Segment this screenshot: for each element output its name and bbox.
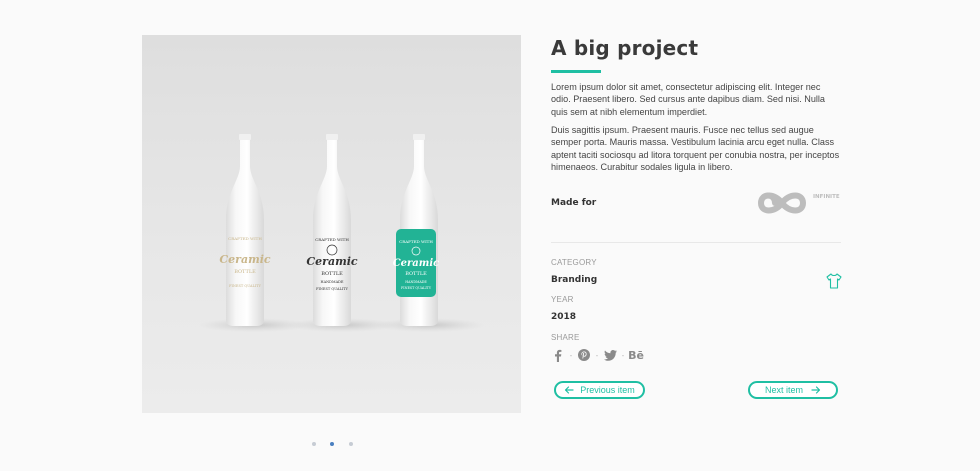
share-separator: - bbox=[569, 350, 573, 360]
svg-text:CRAFTED WITH: CRAFTED WITH bbox=[315, 237, 349, 242]
svg-text:FINEST QUALITY: FINEST QUALITY bbox=[401, 286, 432, 290]
carousel-dot-active[interactable] bbox=[330, 442, 334, 446]
description-paragraph-1: Lorem ipsum dolor sit amet, consectetur … bbox=[551, 82, 825, 117]
arrow-left-icon bbox=[565, 386, 574, 394]
svg-text:CRAFTED WITH: CRAFTED WITH bbox=[399, 239, 433, 244]
svg-text:BOTTLE: BOTTLE bbox=[321, 271, 343, 277]
svg-text:BOTTLE: BOTTLE bbox=[234, 269, 256, 275]
behance-icon[interactable]: Bē bbox=[628, 348, 644, 362]
facebook-icon[interactable] bbox=[551, 348, 565, 362]
svg-text:BOTTLE: BOTTLE bbox=[405, 271, 427, 277]
svg-text:HANDMADE: HANDMADE bbox=[321, 280, 344, 284]
pinterest-icon[interactable] bbox=[577, 348, 591, 362]
year-value: 2018 bbox=[551, 312, 577, 322]
category-value: Branding bbox=[551, 275, 598, 285]
next-item-button[interactable]: Next item bbox=[748, 381, 838, 399]
client-logo: INFINITE bbox=[755, 185, 841, 221]
bottle-right: CRAFTED WITH Ceramic BOTTLE HANDMADE FIN… bbox=[393, 134, 440, 326]
carousel-dot[interactable] bbox=[312, 442, 316, 446]
svg-text:FINEST QUALITY: FINEST QUALITY bbox=[229, 284, 262, 288]
svg-text:FINEST QUALITY: FINEST QUALITY bbox=[316, 287, 349, 291]
share-label: SHARE bbox=[551, 333, 580, 342]
description-paragraph-2: Duis sagittis ipsum. Praesent mauris. Fu… bbox=[551, 125, 840, 173]
bottles-illustration: CRAFTED WITH Ceramic BOTTLE FINEST QUALI… bbox=[199, 134, 484, 332]
bottle-middle: CRAFTED WITH Ceramic BOTTLE HANDMADE FIN… bbox=[306, 134, 358, 326]
svg-text:Ceramic: Ceramic bbox=[393, 258, 440, 269]
svg-text:Ceramic: Ceramic bbox=[219, 253, 270, 266]
project-title: A big project bbox=[551, 36, 699, 60]
project-image: CRAFTED WITH Ceramic BOTTLE FINEST QUALI… bbox=[142, 35, 521, 413]
next-item-label: Next item bbox=[764, 385, 803, 395]
svg-text:CRAFTED WITH: CRAFTED WITH bbox=[228, 236, 262, 241]
divider bbox=[551, 242, 841, 243]
twitter-icon[interactable] bbox=[603, 348, 617, 362]
previous-item-label: Previous item bbox=[580, 385, 635, 395]
share-separator: - bbox=[595, 350, 599, 360]
title-underline bbox=[551, 70, 601, 73]
year-label: YEAR bbox=[551, 295, 574, 304]
category-label: CATEGORY bbox=[551, 258, 597, 267]
arrow-right-icon bbox=[811, 386, 821, 394]
share-icons: - - - Bē bbox=[551, 347, 644, 363]
svg-text:Ceramic: Ceramic bbox=[306, 255, 357, 268]
carousel-dot[interactable] bbox=[349, 442, 353, 446]
tshirt-icon bbox=[825, 272, 843, 290]
svg-text:INFINITE: INFINITE bbox=[813, 194, 840, 200]
made-for-label: Made for bbox=[551, 198, 597, 208]
infinity-logo-icon: INFINITE bbox=[757, 192, 840, 214]
svg-text:HANDMADE: HANDMADE bbox=[405, 280, 427, 284]
bottle-left: CRAFTED WITH Ceramic BOTTLE FINEST QUALI… bbox=[219, 134, 271, 326]
previous-item-button[interactable]: Previous item bbox=[554, 381, 645, 399]
carousel-dots bbox=[305, 439, 365, 449]
